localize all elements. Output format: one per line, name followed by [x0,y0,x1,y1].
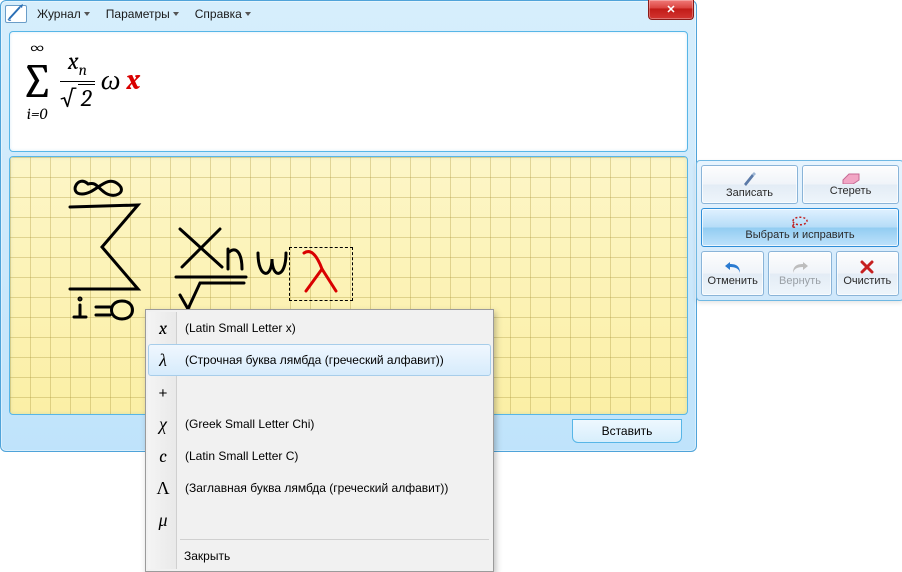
menu-parameters[interactable]: Параметры [106,7,179,21]
sqrt-icon: √ [60,85,76,111]
omega-symbol: ω [101,64,121,97]
chevron-down-icon [84,12,90,16]
redo-button[interactable]: Вернуть [768,251,831,296]
fraction-bar [60,81,95,82]
erase-label: Стереть [830,185,872,197]
erase-button[interactable]: Стереть [802,165,899,204]
ctx-option-x[interactable]: x (Latin Small Letter x) [148,312,491,344]
undo-label: Отменить [708,275,758,287]
formula-content: ∞ ∑ i=0 xn √ 2 ω x [20,38,677,122]
lasso-icon [790,214,810,228]
symbol-glyph: + [149,382,177,403]
pen-icon [742,170,758,186]
chevron-down-icon [173,12,179,16]
chevron-down-icon [245,12,251,16]
fraction-denominator: √ 2 [60,84,95,111]
select-correct-button[interactable]: Выбрать и исправить [701,208,899,247]
menu-separator [180,539,489,540]
symbol-glyph: Λ [149,478,177,499]
ctx-option-plus[interactable]: + [148,376,491,408]
select-correct-label: Выбрать и исправить [745,229,854,241]
menu-parameters-label: Параметры [106,7,170,21]
ctx-option-c[interactable]: c (Latin Small Letter C) [148,440,491,472]
close-icon: ✕ [666,3,675,16]
symbol-glyph: μ [149,510,177,531]
symbol-glyph: χ [149,414,177,435]
symbol-description: (Latin Small Letter C) [185,449,298,463]
redo-icon [791,260,809,274]
ctx-option-chi[interactable]: χ (Greek Small Letter Chi) [148,408,491,440]
sum-lower-limit: i=0 [27,106,48,122]
fraction-numerator: xn [68,48,87,79]
clear-icon [860,260,874,274]
write-button[interactable]: Записать [701,165,798,204]
insert-button[interactable]: Вставить [572,419,682,443]
ctx-option-lambda[interactable]: λ (Строчная буква лямбда (греческий алфа… [148,344,491,376]
menu-bar: Журнал Параметры Справка [37,7,251,21]
fraction: xn √ 2 [60,48,95,111]
insert-label: Вставить [602,424,653,438]
eraser-icon [841,172,861,184]
symbol-glyph: x [149,318,177,339]
ctx-option-mu[interactable]: μ [148,504,491,536]
app-icon [5,5,27,23]
symbol-description: (Строчная буква лямбда (греческий алфави… [185,353,444,367]
tools-panel: Записать Стереть Выбрать и исправить Отм… [696,160,902,301]
clear-label: Очистить [843,275,891,287]
ink-selection-box [289,247,353,301]
ctx-option-Lambda[interactable]: Λ (Заглавная буква лямбда (греческий алф… [148,472,491,504]
ctx-close[interactable]: Закрыть [148,543,491,569]
menu-journal[interactable]: Журнал [37,7,90,21]
symbol-description: (Greek Small Letter Chi) [185,417,314,431]
write-label: Записать [726,187,773,199]
symbol-description: (Latin Small Letter x) [185,321,296,335]
menu-help[interactable]: Справка [195,7,251,21]
selected-symbol: x [127,64,141,96]
symbol-description: (Заглавная буква лямбда (греческий алфав… [185,481,448,495]
menu-journal-label: Журнал [37,7,81,21]
sqrt-radicand: 2 [78,84,95,111]
redo-label: Вернуть [779,275,821,287]
sum-symbol: ∞ ∑ i=0 [20,38,54,122]
clear-button[interactable]: Очистить [836,251,899,296]
symbol-glyph: λ [149,350,177,371]
undo-button[interactable]: Отменить [701,251,764,296]
menu-help-label: Справка [195,7,242,21]
sigma-icon: ∑ [20,58,54,106]
recognized-formula-panel: ∞ ∑ i=0 xn √ 2 ω x [9,31,688,152]
symbol-glyph: c [149,446,177,467]
correction-context-menu: x (Latin Small Letter x) λ (Строчная бук… [145,309,494,572]
close-button[interactable]: ✕ [648,0,694,20]
title-bar: Журнал Параметры Справка ✕ [1,1,696,27]
undo-icon [724,260,742,274]
